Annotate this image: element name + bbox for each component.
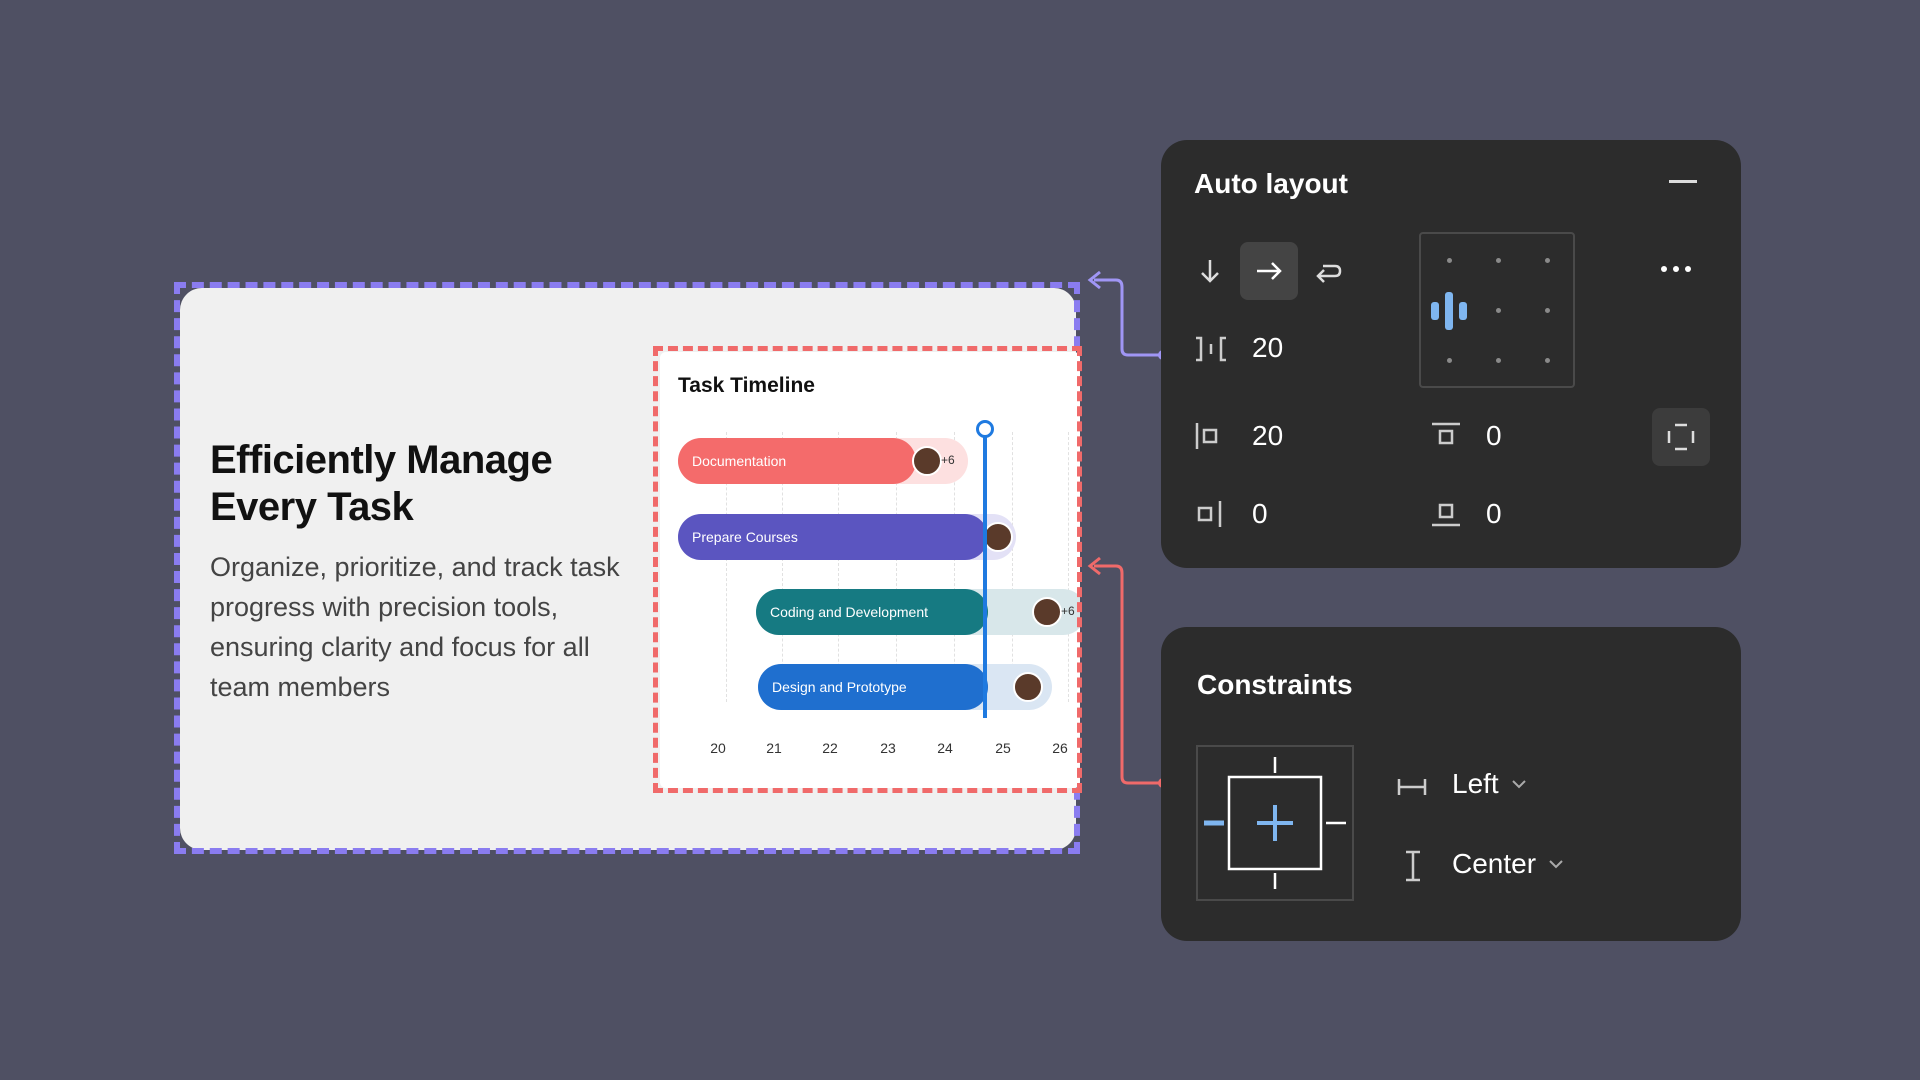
direction-horizontal-button[interactable] [1240,242,1298,300]
alignment-grid[interactable] [1419,232,1575,388]
vertical-constraint-value: Center [1452,848,1537,879]
chevron-down-icon [1511,780,1526,789]
more-options-icon[interactable] [1661,266,1691,272]
gap-icon [1194,334,1228,369]
constraints-panel: Constraints Left Center [1161,627,1741,941]
padding-top-value[interactable]: 0 [1486,420,1502,452]
card-title-line-1: Efficiently Manage [210,438,553,482]
align-dot[interactable] [1545,258,1550,263]
arrow-right-icon [1257,262,1282,280]
constraints-widget[interactable] [1196,745,1354,901]
gap-value[interactable]: 20 [1252,332,1283,364]
clip-content-button[interactable] [1652,408,1710,466]
padding-bottom-icon [1431,499,1461,534]
card-title: Efficiently Manage Every Task [210,437,630,531]
horizontal-constraint-icon [1397,775,1427,804]
padding-left-value[interactable]: 20 [1252,420,1283,452]
padding-right-icon [1194,499,1224,534]
card-description: Organize, prioritize, and track task pro… [210,552,620,702]
horizontal-constraint-dropdown[interactable]: Left [1452,768,1527,800]
align-dot[interactable] [1545,308,1550,313]
align-dot[interactable] [1545,358,1550,363]
align-dot[interactable] [1496,308,1501,313]
arrow-down-icon [1201,260,1219,283]
padding-right-value[interactable]: 0 [1252,498,1268,530]
align-dot[interactable] [1496,358,1501,363]
align-dot[interactable] [1496,258,1501,263]
chevron-down-icon [1549,860,1563,869]
remove-auto-layout-icon[interactable] [1669,180,1697,183]
vertical-constraint-dropdown[interactable]: Center [1452,848,1564,880]
align-dot[interactable] [1447,258,1452,263]
timeline-selection-outline [653,346,1082,793]
card-title-line-2: Every Task [210,485,414,529]
padding-top-icon [1431,421,1461,456]
direction-vertical-button[interactable] [1181,242,1239,300]
vertical-constraint-icon [1404,850,1422,887]
wrap-icon [1316,264,1342,283]
clip-content-icon [1667,423,1695,451]
constraint-center-icon [1257,805,1293,841]
connector-lines [1087,270,1168,788]
direction-wrap-button[interactable] [1299,242,1357,300]
align-left-center-icon[interactable] [1429,290,1473,337]
constraints-title: Constraints [1197,669,1353,700]
auto-layout-panel: Auto layout 20 20 0 0 0 [1161,140,1741,568]
padding-left-icon [1194,421,1224,456]
horizontal-constraint-value: Left [1452,768,1499,799]
auto-layout-title: Auto layout [1194,168,1348,199]
padding-bottom-value[interactable]: 0 [1486,498,1502,530]
align-dot[interactable] [1447,358,1452,363]
